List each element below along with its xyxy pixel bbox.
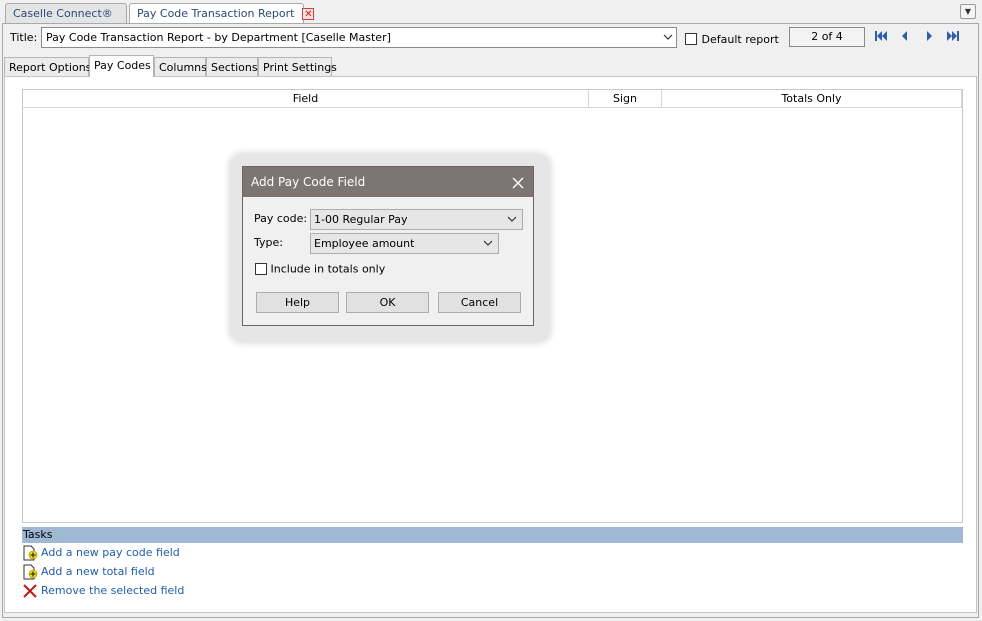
default-report-label: Default report — [701, 32, 779, 46]
cancel-button[interactable]: Cancel — [438, 292, 521, 313]
tab-label: Columns — [159, 61, 207, 74]
tab-pay-codes[interactable]: Pay Codes — [89, 55, 154, 77]
page-indicator: 2 of 4 — [789, 27, 865, 47]
tab-label: Pay Code Transaction Report — [137, 7, 295, 20]
column-header-sign[interactable]: Sign — [589, 90, 662, 108]
tab-caselle-connect[interactable]: Caselle Connect® — [5, 3, 127, 23]
dialog-title-bar[interactable]: Add Pay Code Field — [243, 167, 533, 197]
tab-list-dropdown-icon[interactable]: ▼ — [960, 4, 976, 19]
task-label: Remove the selected field — [41, 584, 185, 597]
include-totals-checkbox[interactable] — [255, 263, 267, 275]
tab-pay-code-transaction-report[interactable]: Pay Code Transaction Report ✕ — [129, 3, 315, 24]
tab-label: Caselle Connect® — [13, 7, 113, 20]
tasks-header: Tasks — [22, 527, 963, 543]
task-label: Add a new total field — [41, 565, 155, 578]
chevron-down-icon — [507, 210, 517, 236]
report-title-combo[interactable]: Pay Code Transaction Report - by Departm… — [41, 27, 677, 48]
tab-label: Print Settings — [263, 61, 337, 74]
task-label: Add a new pay code field — [41, 546, 180, 559]
remove-selected-field-link[interactable]: Remove the selected field — [22, 582, 184, 599]
close-icon[interactable] — [512, 167, 524, 197]
tab-report-options[interactable]: Report Options — [4, 57, 92, 76]
add-document-icon — [22, 545, 38, 561]
pay-code-label: Pay code: — [254, 212, 308, 225]
column-header-field[interactable]: Field — [23, 90, 589, 108]
include-totals-checkbox-group[interactable]: Include in totals only — [255, 262, 385, 276]
pay-code-select[interactable]: 1-00 Regular Pay — [310, 209, 523, 230]
default-report-checkbox-group[interactable]: Default report — [685, 32, 779, 46]
type-label: Type: — [254, 236, 283, 249]
dialog-title: Add Pay Code Field — [251, 175, 366, 189]
report-title-value: Pay Code Transaction Report - by Departm… — [46, 31, 391, 44]
add-document-icon — [22, 564, 38, 580]
tab-sections[interactable]: Sections — [206, 57, 258, 76]
tab-label: Pay Codes — [94, 59, 151, 72]
tab-columns[interactable]: Columns — [154, 57, 207, 76]
include-totals-label: Include in totals only — [270, 262, 386, 276]
type-value: Employee amount — [314, 237, 415, 250]
first-page-icon[interactable] — [873, 30, 889, 45]
red-x-icon — [22, 583, 38, 599]
default-report-checkbox[interactable] — [685, 33, 697, 45]
chevron-down-icon — [663, 28, 673, 54]
ok-button[interactable]: OK — [346, 292, 429, 313]
help-button[interactable]: Help — [256, 292, 339, 313]
add-total-field-link[interactable]: Add a new total field — [22, 563, 155, 580]
column-header-totals-only[interactable]: Totals Only — [662, 90, 962, 108]
tab-print-settings[interactable]: Print Settings — [258, 57, 337, 76]
tab-label: Report Options — [9, 61, 92, 74]
pay-code-value: 1-00 Regular Pay — [314, 213, 408, 226]
last-page-icon[interactable] — [945, 30, 961, 45]
title-label: Title: — [10, 31, 38, 44]
chevron-down-icon — [483, 234, 493, 260]
next-page-icon[interactable] — [921, 30, 937, 45]
add-pay-code-field-link[interactable]: Add a new pay code field — [22, 544, 180, 561]
type-select[interactable]: Employee amount — [310, 233, 499, 254]
tab-label: Sections — [211, 61, 258, 74]
close-tab-icon[interactable]: ✕ — [302, 8, 315, 20]
previous-page-icon[interactable] — [897, 30, 913, 45]
